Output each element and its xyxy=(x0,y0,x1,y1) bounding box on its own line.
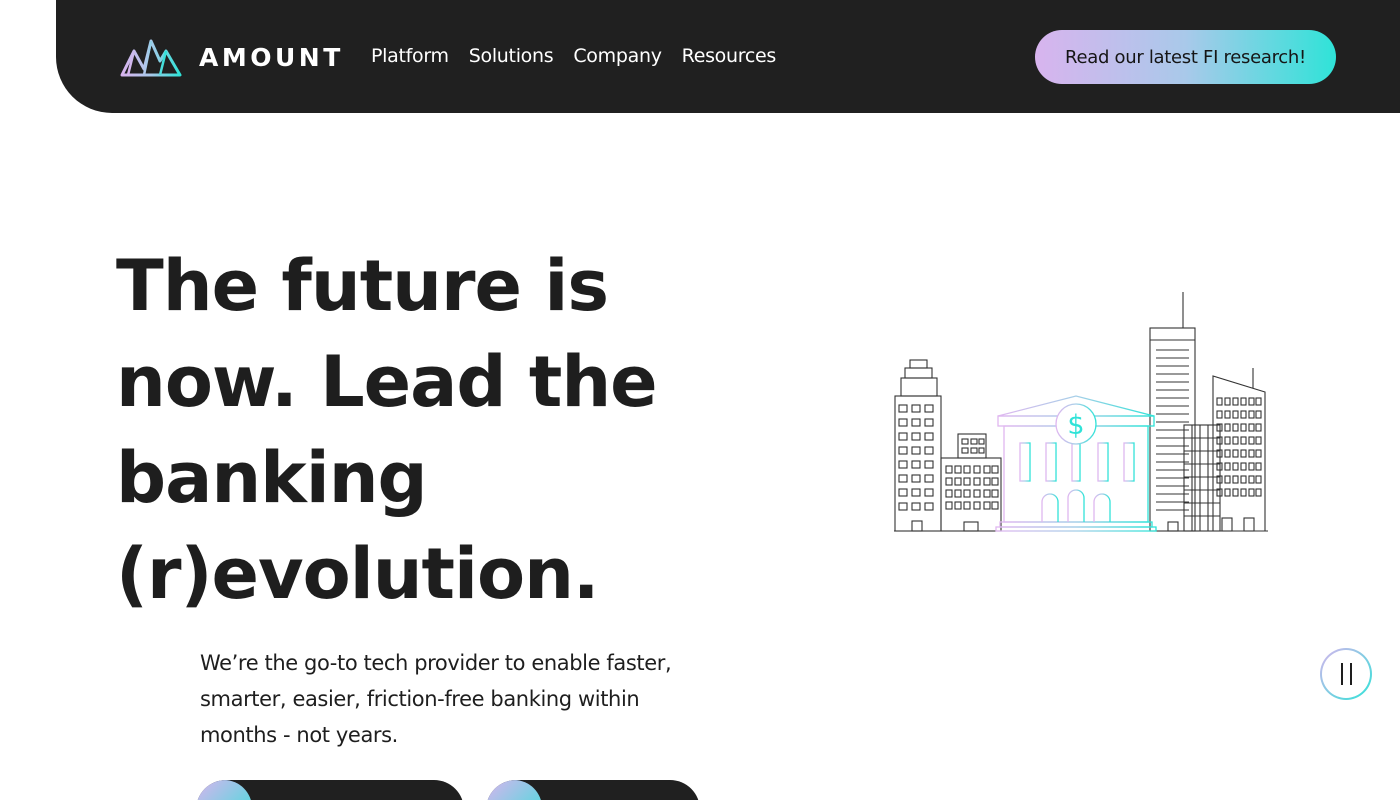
nav-link-company[interactable]: Company xyxy=(573,42,662,70)
dollar-sign-icon: $ xyxy=(1067,410,1084,441)
pause-bar xyxy=(1349,663,1352,685)
hero-headline: The future is now. Lead the banking (r)e… xyxy=(116,238,716,622)
hero-headline-line: The future is xyxy=(116,245,609,327)
nav-link-platform[interactable]: Platform xyxy=(371,42,449,70)
hero-primary-button[interactable] xyxy=(196,780,464,800)
amount-logo-link[interactable]: AMOUNT xyxy=(120,36,344,78)
gradient-orb-icon xyxy=(486,780,542,800)
primary-nav: Platform Solutions Company Resources xyxy=(371,42,796,70)
top-navigation-bar: AMOUNT Platform Solutions Company Resour… xyxy=(56,0,1400,113)
pause-bar xyxy=(1340,663,1343,685)
amount-mountain-logo-icon xyxy=(120,39,182,77)
pause-animation-button[interactable] xyxy=(1320,648,1372,700)
bank-city-illustration-icon: $ xyxy=(894,292,1268,532)
gradient-orb-icon xyxy=(196,780,252,800)
nav-link-solutions[interactable]: Solutions xyxy=(469,42,554,70)
hero-subtitle: We’re the go-to tech provider to enable … xyxy=(200,651,672,747)
hero-headline-line: (r)evolution. xyxy=(116,533,600,615)
hero-headline-line: banking xyxy=(116,437,428,519)
brand-wordmark: AMOUNT xyxy=(199,42,344,72)
pause-icon xyxy=(1322,650,1370,698)
nav-link-resources[interactable]: Resources xyxy=(682,42,777,70)
hero-headline-line: now. Lead the xyxy=(116,341,658,423)
hero-secondary-button[interactable] xyxy=(486,780,700,800)
fi-research-cta-button[interactable]: Read our latest FI research! xyxy=(1035,30,1336,84)
